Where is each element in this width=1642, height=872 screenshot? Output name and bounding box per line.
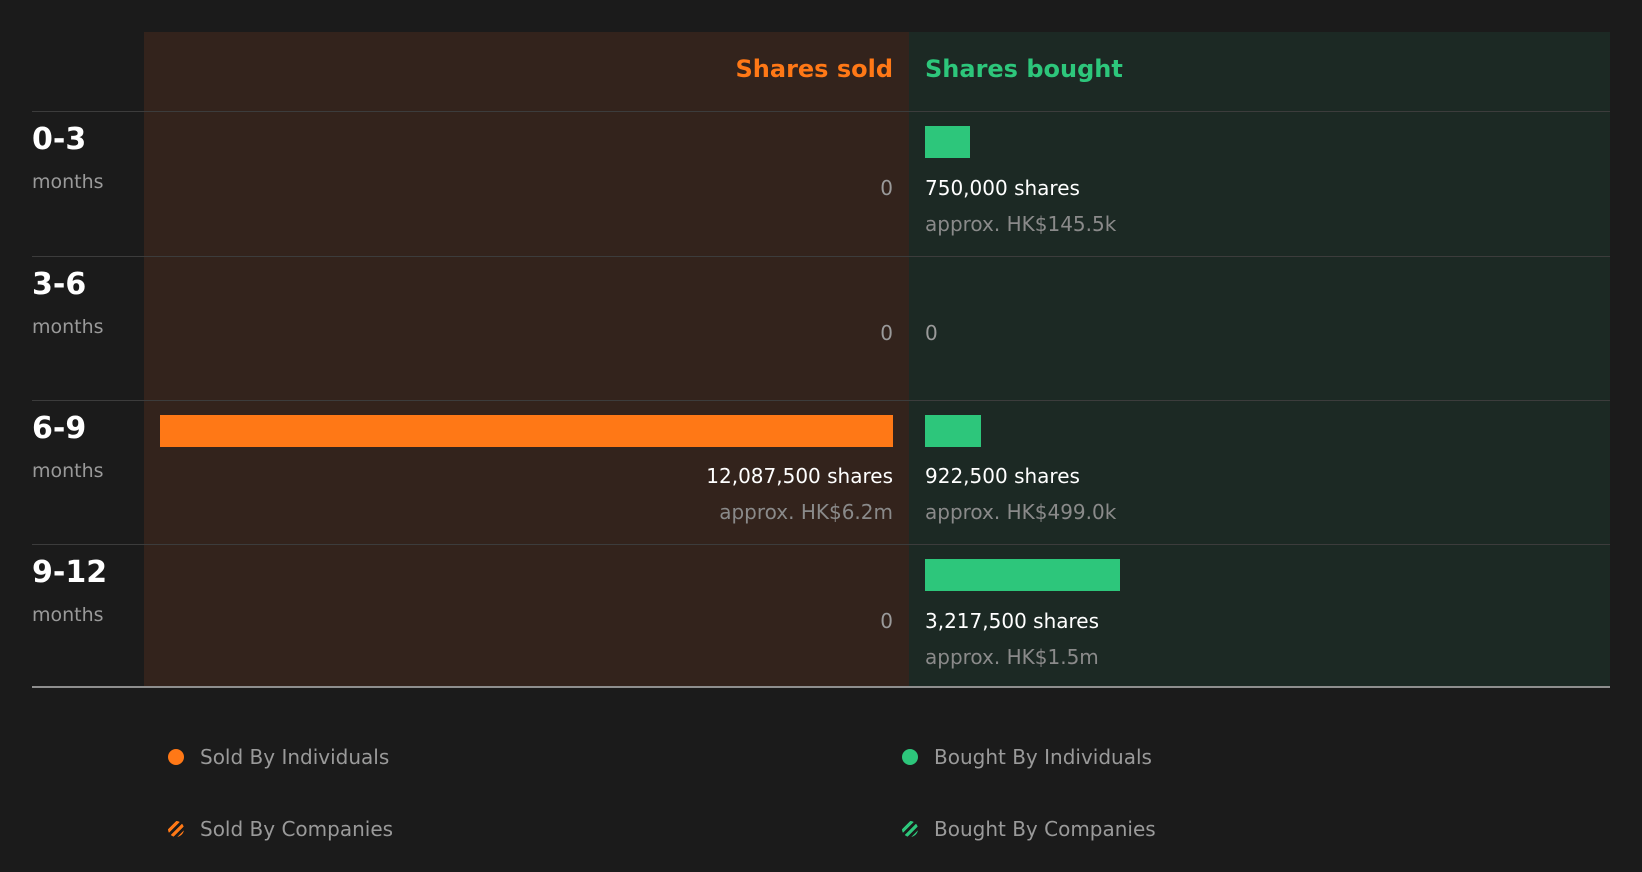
legend-sold-companies: Sold By Companies xyxy=(168,816,393,842)
period-unit: months xyxy=(32,316,104,338)
sold-approx: approx. HK$6.2m xyxy=(719,500,893,524)
legend-label: Bought By Individuals xyxy=(934,745,1152,769)
period-label: 0-3 xyxy=(32,122,87,157)
sold-value: 0 xyxy=(880,321,893,345)
period-row-3-6: 3-6 months 0 0 xyxy=(0,257,1642,401)
period-label: 6-9 xyxy=(32,411,87,446)
period-label: 3-6 xyxy=(32,267,87,302)
chart-baseline xyxy=(32,686,1610,688)
bought-value: 750,000 shares xyxy=(925,176,1080,200)
period-unit: months xyxy=(32,604,104,626)
bar-bought[interactable] xyxy=(925,559,1120,591)
bought-approx: approx. HK$1.5m xyxy=(925,645,1099,669)
bought-approx: approx. HK$499.0k xyxy=(925,500,1117,524)
period-unit: months xyxy=(32,171,104,193)
period-row-9-12: 9-12 months 0 3,217,500 shares approx. H… xyxy=(0,545,1642,689)
legend-label: Sold By Individuals xyxy=(200,745,390,769)
orange-striped-dot-icon xyxy=(168,821,184,837)
bar-sold[interactable] xyxy=(160,415,893,447)
green-striped-dot-icon xyxy=(902,821,918,837)
sold-value: 0 xyxy=(880,609,893,633)
sold-value: 12,087,500 shares xyxy=(706,464,893,488)
bar-bought[interactable] xyxy=(925,415,981,447)
shares-sold-header: Shares sold xyxy=(735,55,894,83)
bought-value: 0 xyxy=(925,321,938,345)
period-label: 9-12 xyxy=(32,555,108,590)
sold-value: 0 xyxy=(880,176,893,200)
legend-sold-individuals: Sold By Individuals xyxy=(168,744,389,770)
legend-label: Sold By Companies xyxy=(200,817,394,841)
green-dot-icon xyxy=(902,749,918,765)
bar-bought[interactable] xyxy=(925,126,970,158)
bought-value: 3,217,500 shares xyxy=(925,609,1100,633)
shares-bought-header: Shares bought xyxy=(925,55,1123,83)
bought-value: 922,500 shares xyxy=(925,464,1080,488)
period-unit: months xyxy=(32,460,104,482)
legend-bought-individuals: Bought By Individuals xyxy=(902,744,1152,770)
period-row-6-9: 6-9 months 12,087,500 shares approx. HK$… xyxy=(0,401,1642,545)
legend-label: Bought By Companies xyxy=(934,817,1156,841)
legend-bought-companies: Bought By Companies xyxy=(902,816,1156,842)
period-row-0-3: 0-3 months 0 750,000 shares approx. HK$1… xyxy=(0,112,1642,256)
orange-dot-icon xyxy=(168,749,184,765)
bought-approx: approx. HK$145.5k xyxy=(925,212,1117,236)
